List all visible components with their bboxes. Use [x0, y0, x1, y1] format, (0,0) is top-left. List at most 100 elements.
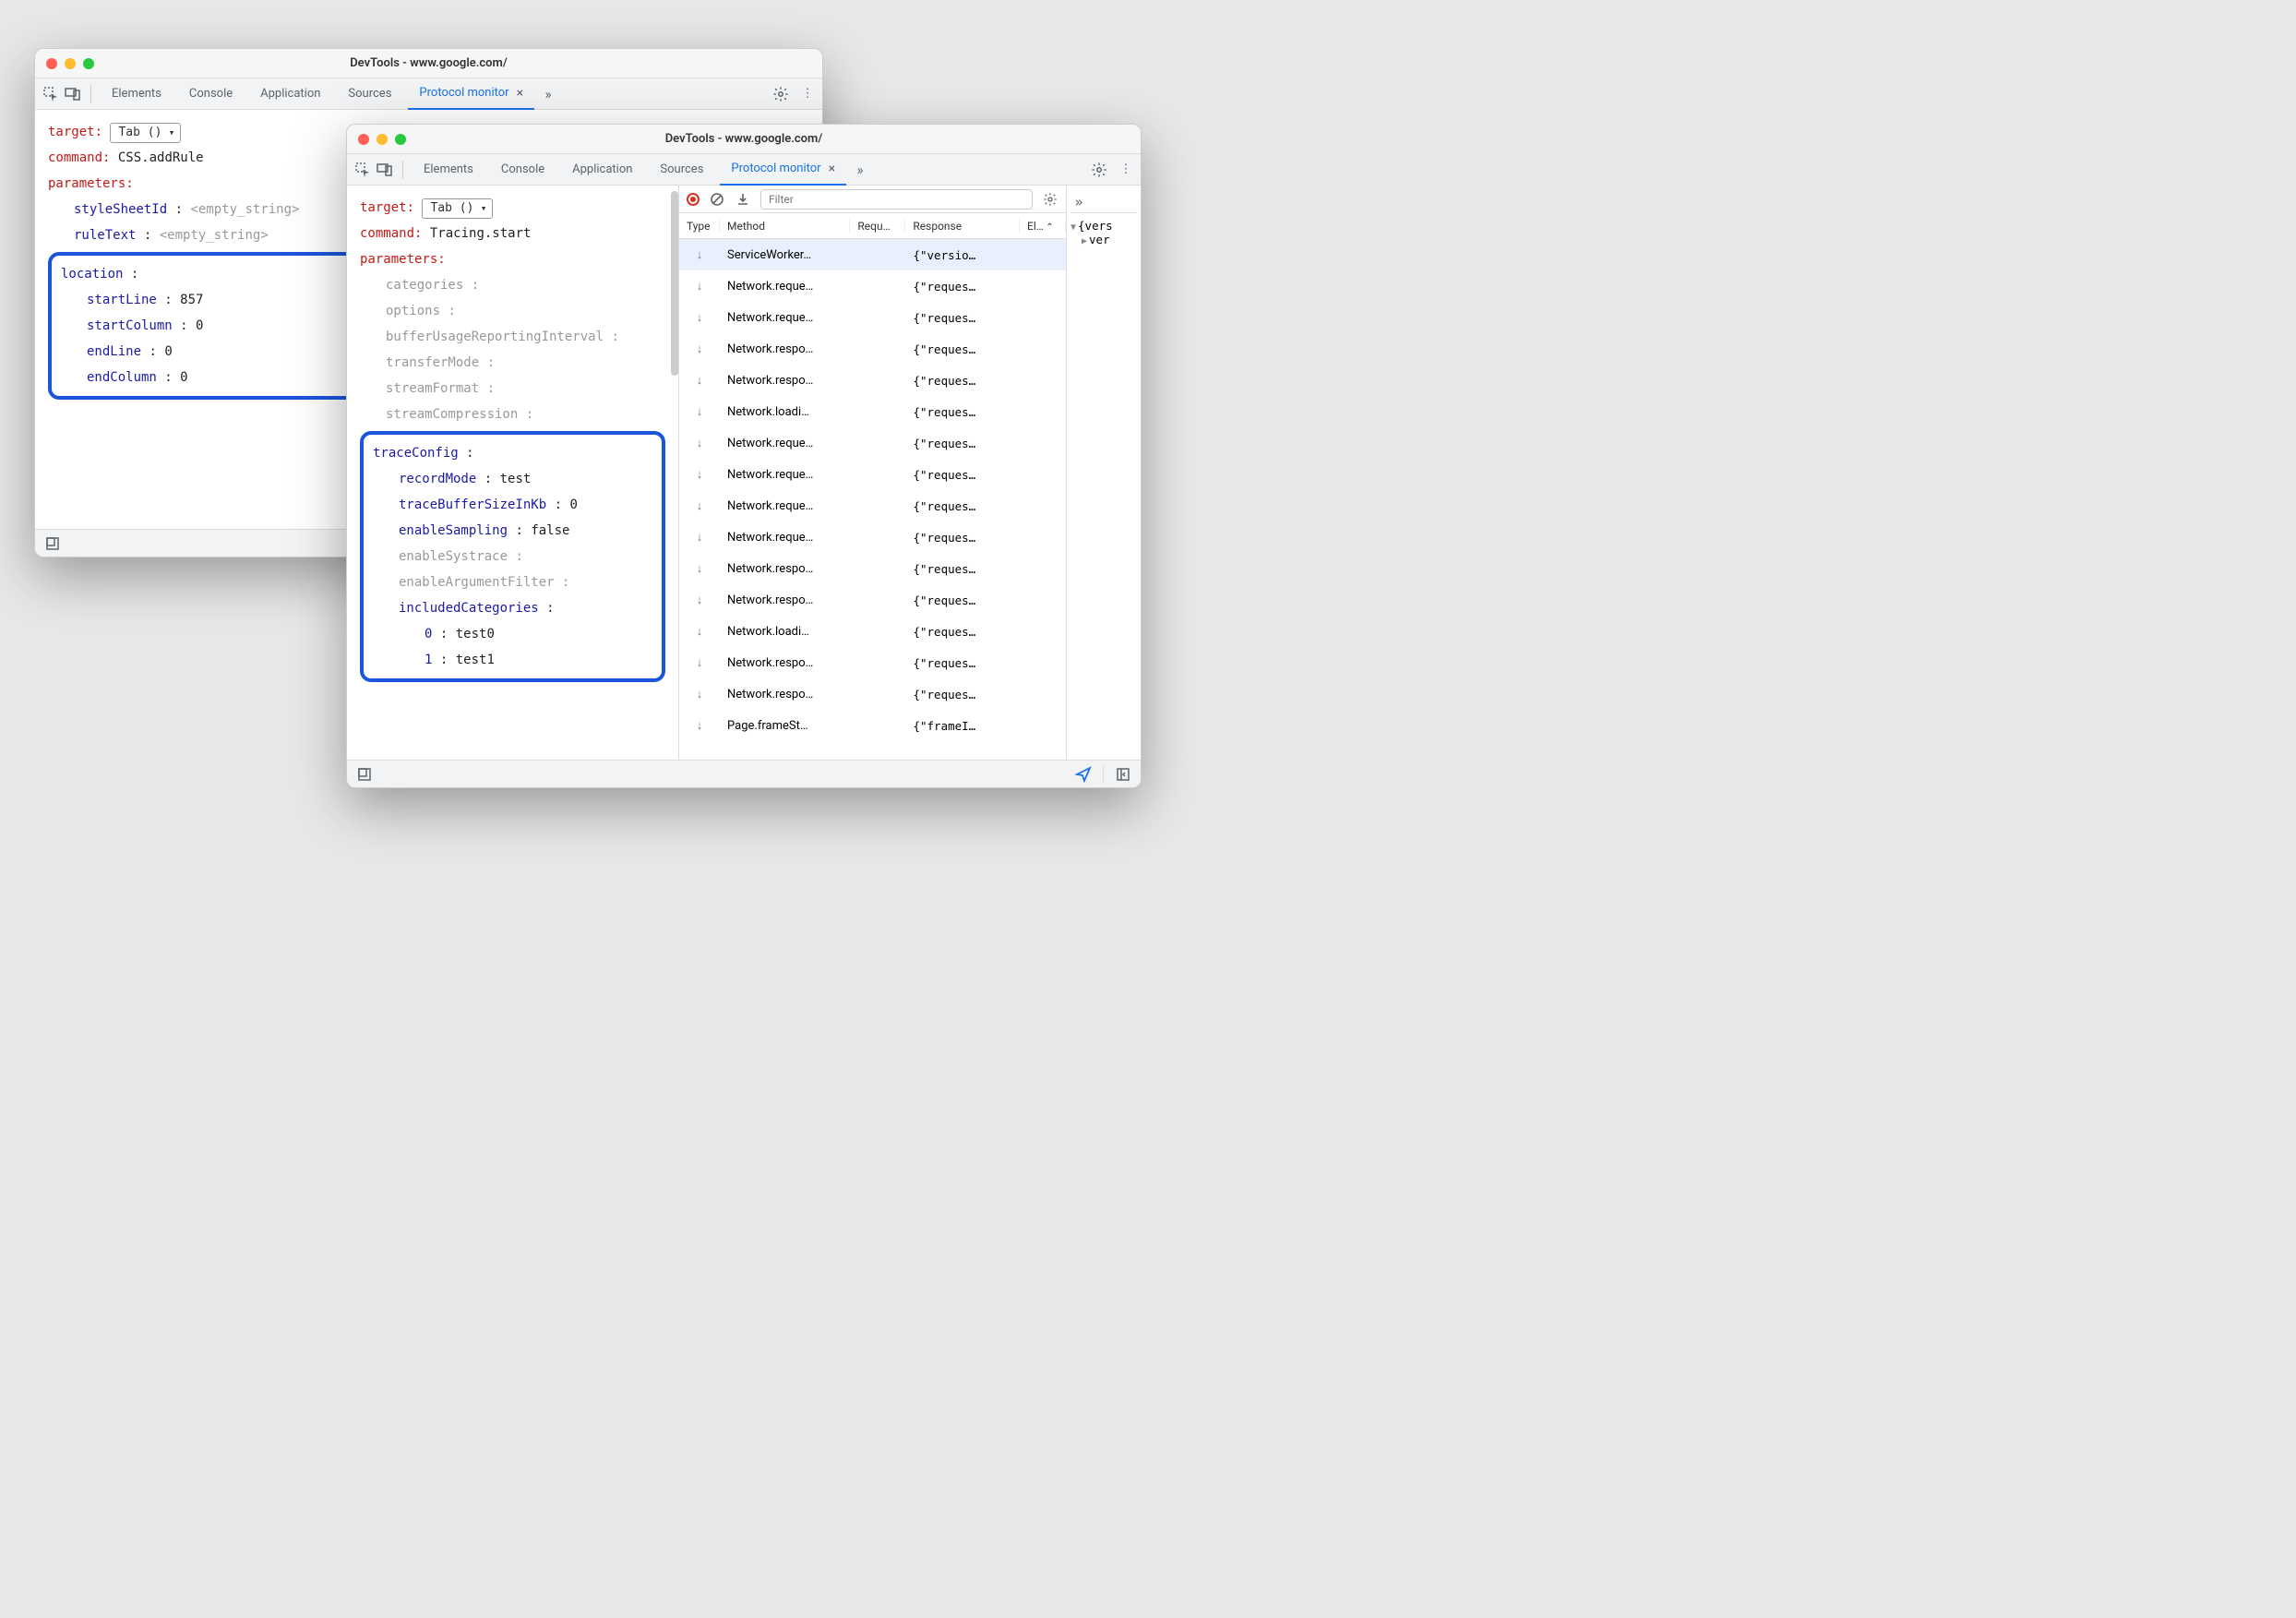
- param-name[interactable]: startColumn: [87, 318, 173, 333]
- traffic-lights[interactable]: [358, 134, 406, 145]
- tab-console[interactable]: Console: [178, 78, 244, 110]
- tab-application[interactable]: Application: [561, 154, 643, 186]
- tab-protocol-monitor[interactable]: Protocol monitor ×: [720, 154, 846, 186]
- tab-elements[interactable]: Elements: [413, 154, 484, 186]
- param-name[interactable]: endColumn: [87, 370, 157, 385]
- table-row[interactable]: ↓Network.respo…{"reques…: [679, 333, 1066, 365]
- param-name[interactable]: streamCompression: [386, 407, 518, 422]
- gear-icon[interactable]: [1042, 191, 1058, 208]
- tab-protocol-monitor[interactable]: Protocol monitor ×: [408, 78, 534, 110]
- tab-application[interactable]: Application: [249, 78, 331, 110]
- traffic-lights[interactable]: [46, 58, 94, 69]
- param-name[interactable]: ruleText: [74, 228, 136, 243]
- tab-console[interactable]: Console: [490, 154, 556, 186]
- gear-icon[interactable]: [1091, 162, 1107, 178]
- param-name[interactable]: enableSystrace: [399, 549, 508, 564]
- table-row[interactable]: ↓Network.reque…{"reques…: [679, 427, 1066, 459]
- param-name[interactable]: categories: [386, 278, 463, 293]
- close-icon[interactable]: ×: [829, 162, 835, 176]
- table-row[interactable]: ↓Network.reque…{"reques…: [679, 459, 1066, 490]
- gear-icon[interactable]: [772, 86, 789, 102]
- close-dot[interactable]: [46, 58, 57, 69]
- command-value[interactable]: Tracing.start: [430, 226, 532, 241]
- close-icon[interactable]: ×: [517, 86, 523, 101]
- param-name[interactable]: enableSampling: [399, 523, 508, 538]
- param-value[interactable]: <empty_string>: [190, 202, 299, 217]
- param-name[interactable]: transferMode: [386, 355, 479, 370]
- filter-input[interactable]: Filter: [760, 189, 1033, 210]
- tab-sources[interactable]: Sources: [337, 78, 402, 110]
- param-name[interactable]: styleSheetId: [74, 202, 167, 217]
- clear-icon[interactable]: [709, 191, 725, 208]
- param-value[interactable]: 0: [180, 370, 187, 385]
- target-select[interactable]: Tab (): [422, 198, 493, 219]
- command-editor[interactable]: target: Tab () command: Tracing.start pa…: [347, 186, 678, 701]
- table-header[interactable]: Type Method Requ… Response El…: [679, 213, 1066, 239]
- param-value[interactable]: <empty_string>: [160, 228, 269, 243]
- table-row[interactable]: ↓Network.reque…{"reques…: [679, 302, 1066, 333]
- table-row[interactable]: ↓Network.respo…{"reques…: [679, 584, 1066, 616]
- minimize-dot[interactable]: [377, 134, 388, 145]
- panel-toggle-icon[interactable]: [1115, 766, 1131, 783]
- col-elapsed[interactable]: El…: [1020, 220, 1066, 233]
- col-request[interactable]: Requ…: [850, 220, 905, 233]
- drawer-icon[interactable]: [44, 535, 61, 552]
- table-row[interactable]: ↓ServiceWorker…{"versio…: [679, 239, 1066, 270]
- table-row[interactable]: ↓Network.reque…{"reques…: [679, 490, 1066, 521]
- table-row[interactable]: ↓Network.loadi…{"reques…: [679, 396, 1066, 427]
- param-name[interactable]: traceBufferSizeInKb: [399, 497, 546, 512]
- close-dot[interactable]: [358, 134, 369, 145]
- drawer-icon[interactable]: [356, 766, 373, 783]
- array-value[interactable]: test1: [456, 653, 495, 667]
- tree-row[interactable]: ▼{vers: [1070, 219, 1137, 233]
- param-name[interactable]: location: [61, 267, 123, 282]
- table-row[interactable]: ↓Network.respo…{"reques…: [679, 647, 1066, 678]
- table-row[interactable]: ↓Network.reque…{"reques…: [679, 521, 1066, 553]
- table-row[interactable]: ↓Network.respo…{"reques…: [679, 553, 1066, 584]
- param-value[interactable]: 0: [164, 344, 172, 359]
- table-row[interactable]: ↓Network.respo…{"reques…: [679, 365, 1066, 396]
- more-tabs-icon[interactable]: [852, 162, 868, 178]
- inspect-icon[interactable]: [354, 162, 371, 178]
- zoom-dot[interactable]: [83, 58, 94, 69]
- param-value[interactable]: 857: [180, 293, 203, 307]
- param-name[interactable]: traceConfig: [373, 446, 459, 461]
- col-type[interactable]: Type: [679, 220, 720, 233]
- param-name[interactable]: options: [386, 304, 440, 318]
- col-method[interactable]: Method: [720, 220, 850, 233]
- titlebar[interactable]: DevTools - www.google.com/: [347, 125, 1141, 154]
- kebab-icon[interactable]: ⋮: [798, 86, 815, 102]
- send-icon[interactable]: [1075, 766, 1092, 783]
- tree-row[interactable]: ▶ver: [1070, 233, 1137, 246]
- zoom-dot[interactable]: [395, 134, 406, 145]
- inspect-icon[interactable]: [42, 86, 59, 102]
- target-select[interactable]: Tab (): [110, 123, 181, 143]
- more-tabs-icon[interactable]: [540, 86, 556, 102]
- record-icon[interactable]: [687, 193, 700, 206]
- table-row[interactable]: ↓Page.frameSt…{"frameI…: [679, 710, 1066, 741]
- param-value[interactable]: false: [531, 523, 569, 538]
- param-value[interactable]: test: [500, 472, 532, 486]
- device-icon[interactable]: [65, 86, 81, 102]
- table-row[interactable]: ↓Network.reque…{"reques…: [679, 270, 1066, 302]
- param-name[interactable]: startLine: [87, 293, 157, 307]
- device-icon[interactable]: [377, 162, 393, 178]
- table-row[interactable]: ↓Network.loadi…{"reques…: [679, 616, 1066, 647]
- param-name[interactable]: recordMode: [399, 472, 476, 486]
- minimize-dot[interactable]: [65, 58, 76, 69]
- param-name[interactable]: streamFormat: [386, 381, 479, 396]
- col-response[interactable]: Response: [905, 220, 1020, 233]
- param-name[interactable]: includedCategories: [399, 601, 539, 616]
- tab-sources[interactable]: Sources: [649, 154, 714, 186]
- array-index[interactable]: 1: [425, 653, 432, 667]
- save-icon[interactable]: [735, 191, 751, 208]
- table-row[interactable]: ↓Network.respo…{"reques…: [679, 678, 1066, 710]
- scrollbar[interactable]: [671, 191, 678, 376]
- command-value[interactable]: CSS.addRule: [118, 150, 204, 165]
- table-body[interactable]: ↓ServiceWorker…{"versio…↓Network.reque…{…: [679, 239, 1066, 760]
- param-value[interactable]: 0: [196, 318, 203, 333]
- array-value[interactable]: test0: [456, 627, 495, 641]
- titlebar[interactable]: DevTools - www.google.com/: [35, 49, 822, 78]
- tab-elements[interactable]: Elements: [101, 78, 173, 110]
- param-name[interactable]: enableArgumentFilter: [399, 575, 555, 590]
